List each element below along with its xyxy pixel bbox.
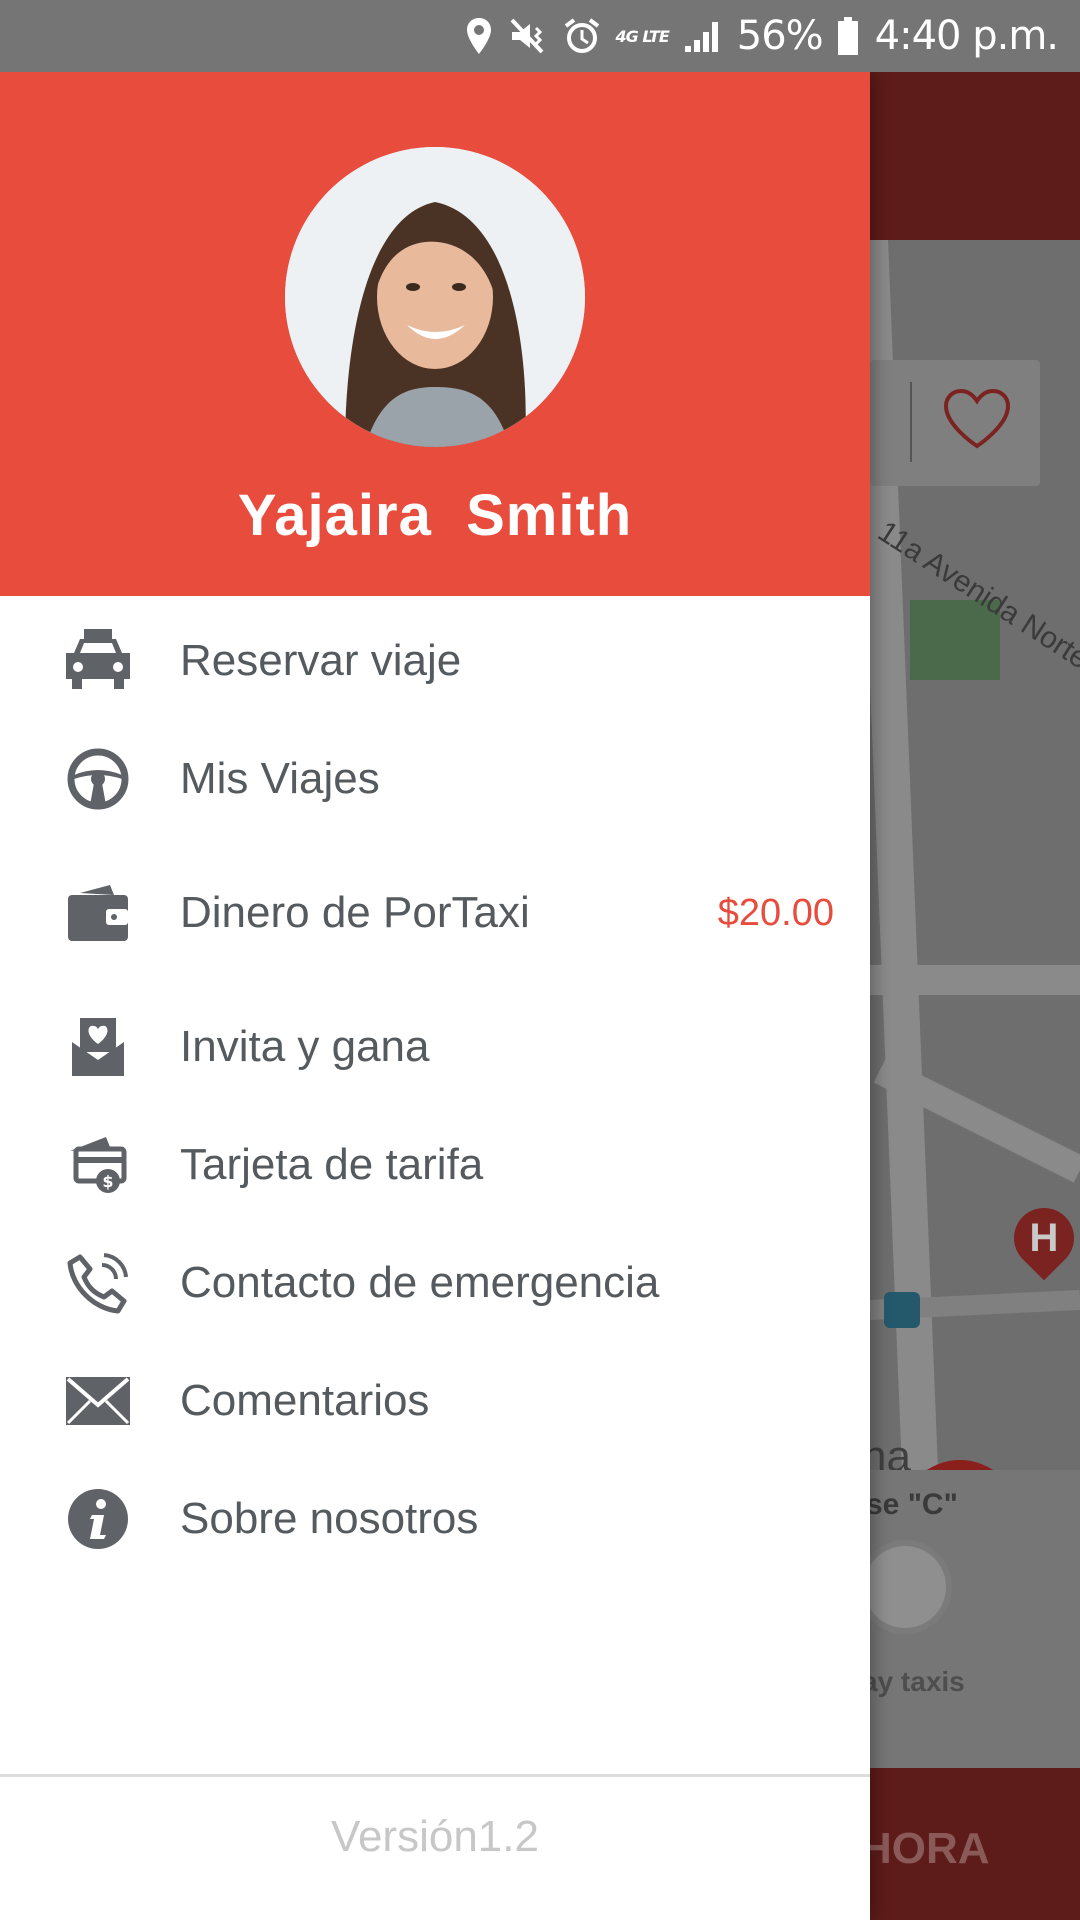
user-name: Yajaira Smith [237,483,633,548]
drawer-header: Yajaira Smith [0,72,870,596]
menu-item-tarjeta-de-tarifa[interactable]: $ Tarjeta de tarifa [0,1110,870,1220]
signal-icon [683,18,723,54]
request-button-label: HORA [860,1824,990,1873]
network-indicator: 4G LTE [615,26,670,46]
bus-stop-icon [884,1292,920,1328]
battery-icon [837,17,859,55]
menu-label: Sobre nosotros [180,1494,479,1543]
menu-item-sobre-nosotros[interactable]: Sobre nosotros [0,1464,870,1574]
menu-item-dinero-portaxi[interactable]: Dinero de PorTaxi $20.00 [0,858,870,968]
info-icon [62,1483,134,1555]
location-icon [464,16,494,56]
menu-label: Comentarios [180,1376,430,1425]
hospital-marker-icon: H [1001,1195,1080,1281]
menu-item-contacto-emergencia[interactable]: Contacto de emergencia [0,1228,870,1338]
navigation-drawer: Yajaira Smith Reservar viaje Mis Viajes … [0,72,870,1920]
menu-label: Tarjeta de tarifa [180,1140,484,1189]
taxi-availability-label: ay taxis [862,1666,965,1697]
battery-percentage: 56% [736,13,824,59]
vehicle-class-label: se "C" [866,1488,958,1521]
fare-card-icon: $ [62,1129,134,1201]
wallet-icon [62,877,134,949]
menu-item-reservar-viaje[interactable]: Reservar viaje [0,606,870,716]
heart-icon [942,388,1012,455]
taxi-icon [62,625,134,697]
menu-label: Contacto de emergencia [180,1258,660,1307]
avatar[interactable] [285,147,585,447]
phone-icon [62,1247,134,1319]
status-bar: 4G LTE 56% 4:40 p.m. [0,0,1080,72]
alarm-icon [562,16,602,56]
menu-label: Reservar viaje [180,636,462,685]
menu-item-invita-y-gana[interactable]: Invita y gana [0,992,870,1102]
menu-label: Invita y gana [180,1022,430,1071]
vibrate-icon [508,16,548,56]
menu-label: Mis Viajes [180,754,380,803]
divider [0,1774,870,1777]
taxi-option-icon [858,1540,952,1634]
menu-item-mis-viajes[interactable]: Mis Viajes [0,724,870,834]
clock: 4:40 p.m. [874,13,1059,59]
steering-wheel-icon [62,743,134,815]
mail-icon [62,1365,134,1437]
invite-envelope-icon [62,1011,134,1083]
menu-item-comentarios[interactable]: Comentarios [0,1346,870,1456]
wallet-balance: $20.00 [717,891,834,934]
favorite-card [870,360,1040,486]
svg-text:$: $ [102,1172,113,1191]
menu-label: Dinero de PorTaxi [180,888,530,937]
app-version: Versión1.2 [331,1812,539,1861]
